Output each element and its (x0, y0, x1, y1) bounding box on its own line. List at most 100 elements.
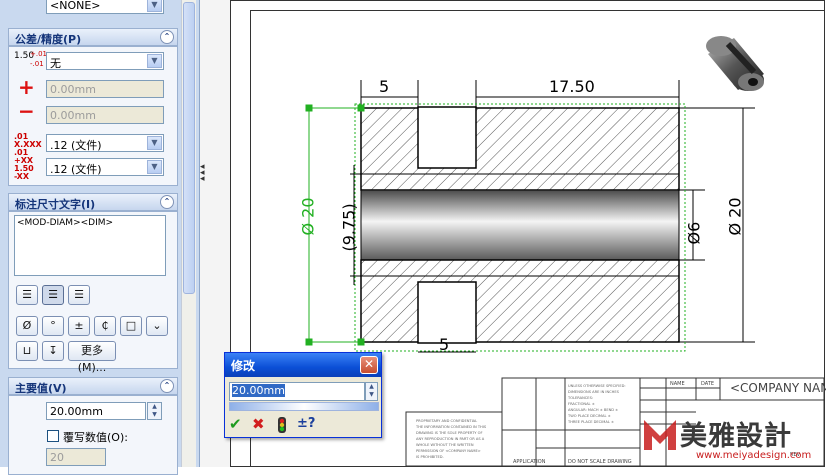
dim-top-left[interactable]: 5 (379, 77, 389, 96)
ok-button[interactable]: ✔ (229, 415, 242, 435)
collapse-icon[interactable]: ⌃ (160, 195, 174, 209)
dim-left-reference[interactable]: (9.75) (340, 198, 359, 251)
align-center-button[interactable]: ☰ (42, 285, 64, 305)
primary-value-group-title: 主要值(V) (15, 382, 67, 395)
modify-dialog-titlebar[interactable]: 修改 (225, 353, 381, 377)
title-header-date: DATE (701, 381, 715, 387)
watermark-url: www.meiyadesign.com (696, 450, 812, 461)
svg-text:TWO PLACE DECIMAL ±: TWO PLACE DECIMAL ± (567, 414, 611, 418)
primary-value-text: 20.00mm (50, 405, 103, 418)
align-left-button[interactable]: ☰ (16, 285, 38, 305)
more-symbols-dropdown[interactable]: ⌄ (146, 316, 168, 336)
modify-thumbwheel[interactable] (229, 402, 379, 411)
tolerance-type-value: 无 (50, 57, 61, 70)
primary-value-spinner[interactable]: ▲ ▼ (147, 402, 162, 420)
tolerance-icon-minus: -.01 (30, 60, 44, 68)
more-button-label: 更多(M)... (77, 344, 107, 374)
title-application: APPLICATION (513, 459, 546, 465)
primary-value-field[interactable]: 20.00mm (46, 402, 146, 420)
degree-icon: ° (50, 319, 56, 332)
dim-right-large-diameter[interactable]: Ø 20 (726, 190, 745, 235)
dim-bottom[interactable]: 5 (439, 335, 449, 354)
override-value-field[interactable]: 20 (46, 448, 106, 466)
panel-scrollbar[interactable] (181, 0, 196, 467)
primary-precision-value: .12 (文件) (50, 139, 102, 152)
svg-text:ANGULAR: MACH ± BEND ±: ANGULAR: MACH ± BEND ± (568, 408, 618, 412)
svg-text:DRAWING IS THE SOLE PROPERTY O: DRAWING IS THE SOLE PROPERTY OF (416, 431, 483, 435)
degree-symbol-button[interactable]: ° (42, 316, 64, 336)
watermark: 美雅設計 www.meiyadesign.com (636, 412, 826, 467)
mark-dimension-button[interactable]: ±? (297, 415, 315, 435)
dim-text-group-header[interactable]: 标注尺寸文字(I) ⌃ (8, 193, 178, 211)
counterbore-icon: ⊔ (22, 344, 32, 357)
property-manager-panel: <NONE> ▼ 公差/精度(P) ⌃ 1.50 +.01 -.01 无 ▼ +… (0, 0, 200, 475)
tolerance-precision-icon: +XX 1.50 -XX (14, 156, 34, 181)
close-button[interactable]: ✕ (360, 356, 378, 374)
plus-minus-icon: ± (74, 319, 84, 332)
centerline-icon: ₵ (101, 319, 109, 332)
close-icon: ✕ (363, 357, 375, 371)
upper-tolerance-field[interactable]: 0.00mm (46, 80, 164, 98)
tolerance-group-title: 公差/精度(P) (15, 33, 82, 46)
svg-text:IS PROHIBITED.: IS PROHIBITED. (416, 455, 444, 459)
dim-text-group-title: 标注尺寸文字(I) (15, 198, 96, 211)
override-label: 覆写数值(O): (63, 431, 128, 444)
chevron-down-icon: ▼ (147, 160, 162, 174)
modify-value-spinner[interactable]: ▲ ▼ (365, 382, 378, 401)
modify-value-input[interactable]: 20.00mm (229, 382, 365, 401)
tolerance-icon-plus: +.01 (30, 50, 47, 58)
diameter-symbol-button[interactable]: Ø (16, 316, 38, 336)
chevron-down-icon: ▼ (147, 0, 162, 12)
dim-text-area[interactable]: <MOD-DIAM><DIM> (14, 215, 166, 276)
align-center-icon: ☰ (48, 288, 58, 301)
rebuild-button[interactable] (276, 415, 288, 435)
modify-value-text: 20.00mm (232, 384, 285, 397)
dim-top-right[interactable]: 17.50 (549, 77, 595, 96)
company-name: <COMPANY NAM (730, 381, 826, 395)
tolerance-group-header[interactable]: 公差/精度(P) ⌃ (8, 28, 178, 46)
primary-value-group-header[interactable]: 主要值(V) ⌃ (8, 377, 178, 395)
override-value-text: 20 (50, 451, 64, 464)
watermark-brand: 美雅設計 (680, 421, 792, 452)
plus-minus-symbol-button[interactable]: ± (68, 316, 90, 336)
plus-icon: + (18, 75, 35, 99)
chevron-down-icon: ▼ (147, 54, 162, 68)
lower-tolerance-field[interactable]: 0.00mm (46, 106, 164, 124)
traffic-light-icon (278, 417, 286, 433)
modify-dialog[interactable]: 修改 ✕ 20.00mm ▲ ▼ ✔ ✖ ±? (224, 352, 382, 438)
collapse-icon[interactable]: ⌃ (160, 30, 174, 44)
depth-symbol-button[interactable]: ↧ (42, 341, 64, 361)
chevron-down-icon: ▼ (147, 136, 162, 150)
panel-scrollbar-thumb[interactable] (183, 2, 195, 294)
tolerance-type-icon: 1.50 +.01 -.01 (14, 50, 47, 70)
override-checkbox[interactable] (47, 430, 59, 442)
dim-left-diameter[interactable]: Ø 20 (299, 192, 318, 235)
svg-text:PROPRIETARY AND CONFIDENTIAL: PROPRIETARY AND CONFIDENTIAL (416, 419, 477, 423)
splitter-grip-icon: ◂ ◂ ◂ (200, 162, 205, 184)
svg-text:WHOLE WITHOUT THE WRITTEN: WHOLE WITHOUT THE WRITTEN (416, 443, 474, 447)
x-icon: ✖ (252, 415, 265, 433)
primary-precision-icon: .01 X.XXX .01 (14, 132, 42, 157)
dim-right-small-diameter[interactable]: Ø6 (685, 211, 704, 245)
dim-text-content: <MOD-DIAM><DIM> (17, 218, 114, 228)
primary-precision-dropdown[interactable]: .12 (文件) ▼ (46, 134, 164, 152)
top-style-dropdown[interactable]: <NONE> ▼ (46, 0, 164, 14)
tolerance-type-dropdown[interactable]: 无 ▼ (46, 52, 164, 70)
svg-text:THE INFORMATION CONTAINED IN T: THE INFORMATION CONTAINED IN THIS (415, 425, 487, 429)
svg-text:PERMISSION OF <COMPANY NAME>: PERMISSION OF <COMPANY NAME> (416, 449, 481, 453)
title-do-not-scale: DO NOT SCALE DRAWING (568, 459, 632, 465)
svg-text:ANY REPRODUCTION IN PART OR AS: ANY REPRODUCTION IN PART OR AS A (416, 437, 485, 441)
align-right-button[interactable]: ☰ (68, 285, 90, 305)
centerline-symbol-button[interactable]: ₵ (94, 316, 116, 336)
square-symbol-button[interactable]: □ (120, 316, 142, 336)
counterbore-symbol-button[interactable]: ⊔ (16, 341, 38, 361)
lower-tolerance-value: 0.00mm (50, 109, 96, 122)
svg-text:UNLESS OTHERWISE SPECIFIED:: UNLESS OTHERWISE SPECIFIED: (568, 384, 626, 388)
collapse-icon[interactable]: ⌃ (160, 379, 174, 393)
cancel-button[interactable]: ✖ (252, 415, 265, 435)
tolerance-precision-value: .12 (文件) (50, 163, 102, 176)
more-button[interactable]: 更多(M)... (68, 341, 116, 374)
tolerance-precision-dropdown[interactable]: .12 (文件) ▼ (46, 158, 164, 176)
minus-icon: − (18, 99, 35, 123)
svg-text:THREE PLACE DECIMAL ±: THREE PLACE DECIMAL ± (567, 420, 614, 424)
